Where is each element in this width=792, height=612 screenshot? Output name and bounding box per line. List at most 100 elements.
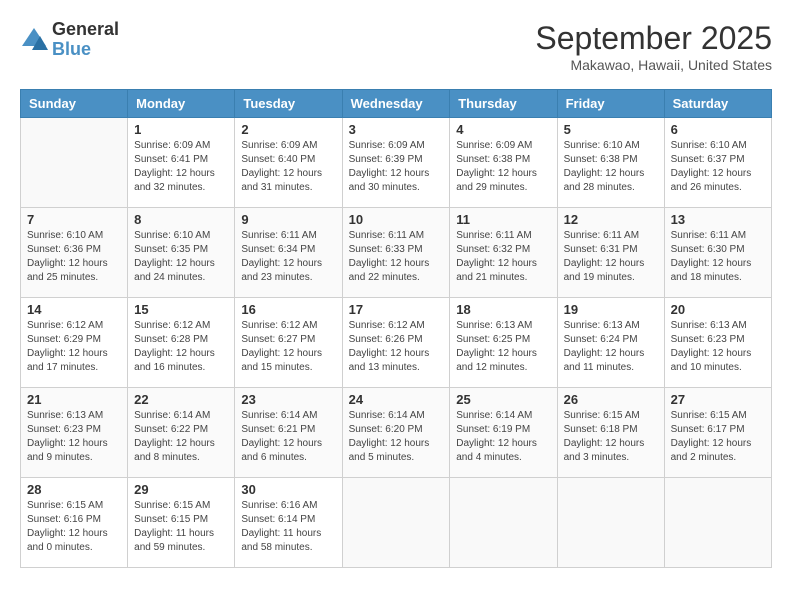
day-info: Sunrise: 6:14 AMSunset: 6:20 PMDaylight:… [349, 409, 444, 465]
day-info: Sunrise: 6:11 AMSunset: 6:34 PMDaylight:… [241, 229, 335, 285]
calendar-cell: 29Sunrise: 6:15 AMSunset: 6:15 PMDayligh… [128, 478, 235, 568]
calendar-header-monday: Monday [128, 90, 235, 118]
day-number: 8 [134, 212, 228, 227]
day-info: Sunrise: 6:13 AMSunset: 6:23 PMDaylight:… [27, 409, 121, 465]
day-info: Sunrise: 6:14 AMSunset: 6:22 PMDaylight:… [134, 409, 228, 465]
day-info: Sunrise: 6:09 AMSunset: 6:40 PMDaylight:… [241, 139, 335, 195]
calendar-cell: 16 Sunrise: 6:12 AMSunset: 6:27 PMDayligh… [235, 298, 342, 388]
day-info: Sunrise: 6:15 AMSunset: 6:15 PMDaylight:… [134, 499, 228, 555]
calendar-cell: 8 Sunrise: 6:10 AMSunset: 6:35 PMDaylight… [128, 208, 235, 298]
calendar-cell: 18 Sunrise: 6:13 AMSunset: 6:25 PMDayligh… [450, 298, 557, 388]
day-number: 27 [671, 392, 765, 407]
location-title: Makawao, Hawaii, United States [535, 57, 772, 73]
day-number: 5 [564, 122, 658, 137]
day-number: 22 [134, 392, 228, 407]
calendar-cell: 14Sunrise: 6:12 AMSunset: 6:29 PMDayligh… [21, 298, 128, 388]
calendar-week-row: 7Sunrise: 6:10 AMSunset: 6:36 PMDaylight… [21, 208, 772, 298]
calendar-cell [557, 478, 664, 568]
logo-icon [20, 26, 48, 54]
calendar-cell: 25Sunrise: 6:14 AMSunset: 6:19 PMDayligh… [450, 388, 557, 478]
day-info: Sunrise: 6:12 AMSunset: 6:27 PMDaylight:… [241, 319, 335, 375]
day-info: Sunrise: 6:10 AMSunset: 6:36 PMDaylight:… [27, 229, 121, 285]
day-number: 15 [134, 302, 228, 317]
calendar-cell: 30 Sunrise: 6:16 AMSunset: 6:14 PMDayligh… [235, 478, 342, 568]
day-info: Sunrise: 6:11 AMSunset: 6:31 PMDaylight:… [564, 229, 658, 285]
day-info: Sunrise: 6:12 AMSunset: 6:29 PMDaylight:… [27, 319, 121, 375]
day-number: 2 [241, 122, 335, 137]
day-number: 10 [349, 212, 444, 227]
calendar-cell: 28 Sunrise: 6:15 AMSunset: 6:16 PMDayligh… [21, 478, 128, 568]
day-info: Sunrise: 6:15 AMSunset: 6:18 PMDaylight:… [564, 409, 658, 465]
calendar-cell: 23 Sunrise: 6:14 AMSunset: 6:21 PMDayligh… [235, 388, 342, 478]
day-number: 30 [241, 482, 335, 497]
calendar-cell: 20Sunrise: 6:13 AMSunset: 6:23 PMDayligh… [664, 298, 771, 388]
day-number: 11 [456, 212, 550, 227]
day-number: 1 [134, 122, 228, 137]
day-number: 20 [671, 302, 765, 317]
calendar-cell: 6Sunrise: 6:10 AMSunset: 6:37 PMDaylight… [664, 118, 771, 208]
day-number: 25 [456, 392, 550, 407]
day-number: 24 [349, 392, 444, 407]
day-number: 18 [456, 302, 550, 317]
calendar-cell: 7Sunrise: 6:10 AMSunset: 6:36 PMDaylight… [21, 208, 128, 298]
calendar-cell: 15 Sunrise: 6:12 AMSunset: 6:28 PMDayligh… [128, 298, 235, 388]
day-info: Sunrise: 6:14 AMSunset: 6:21 PMDaylight:… [241, 409, 335, 465]
day-info: Sunrise: 6:11 AMSunset: 6:30 PMDaylight:… [671, 229, 765, 285]
calendar-cell [664, 478, 771, 568]
calendar-header-saturday: Saturday [664, 90, 771, 118]
day-info: Sunrise: 6:15 AMSunset: 6:16 PMDaylight:… [27, 499, 121, 555]
day-number: 12 [564, 212, 658, 227]
calendar-cell: 11 Sunrise: 6:11 AMSunset: 6:32 PMDayligh… [450, 208, 557, 298]
calendar-cell: 19Sunrise: 6:13 AMSunset: 6:24 PMDayligh… [557, 298, 664, 388]
calendar-header-thursday: Thursday [450, 90, 557, 118]
calendar-week-row: 21Sunrise: 6:13 AMSunset: 6:23 PMDayligh… [21, 388, 772, 478]
day-number: 26 [564, 392, 658, 407]
calendar-cell: 2 Sunrise: 6:09 AMSunset: 6:40 PMDaylight… [235, 118, 342, 208]
day-info: Sunrise: 6:16 AMSunset: 6:14 PMDaylight:… [241, 499, 335, 555]
calendar-header-tuesday: Tuesday [235, 90, 342, 118]
day-info: Sunrise: 6:13 AMSunset: 6:25 PMDaylight:… [456, 319, 550, 375]
calendar-cell: 24 Sunrise: 6:14 AMSunset: 6:20 PMDayligh… [342, 388, 450, 478]
day-info: Sunrise: 6:10 AMSunset: 6:35 PMDaylight:… [134, 229, 228, 285]
day-info: Sunrise: 6:15 AMSunset: 6:17 PMDaylight:… [671, 409, 765, 465]
calendar-cell: 10Sunrise: 6:11 AMSunset: 6:33 PMDayligh… [342, 208, 450, 298]
day-info: Sunrise: 6:10 AMSunset: 6:38 PMDaylight:… [564, 139, 658, 195]
day-number: 13 [671, 212, 765, 227]
calendar-cell [21, 118, 128, 208]
calendar-cell: 13 Sunrise: 6:11 AMSunset: 6:30 PMDayligh… [664, 208, 771, 298]
calendar-cell: 1 Sunrise: 6:09 AMSunset: 6:41 PMDaylight… [128, 118, 235, 208]
calendar-cell: 4Sunrise: 6:09 AMSunset: 6:38 PMDaylight… [450, 118, 557, 208]
day-number: 28 [27, 482, 121, 497]
calendar-cell [450, 478, 557, 568]
day-number: 17 [349, 302, 444, 317]
calendar-header-sunday: Sunday [21, 90, 128, 118]
calendar-cell: 21Sunrise: 6:13 AMSunset: 6:23 PMDayligh… [21, 388, 128, 478]
calendar-week-row: 28 Sunrise: 6:15 AMSunset: 6:16 PMDayligh… [21, 478, 772, 568]
calendar-header-wednesday: Wednesday [342, 90, 450, 118]
calendar-cell: 17Sunrise: 6:12 AMSunset: 6:26 PMDayligh… [342, 298, 450, 388]
day-number: 23 [241, 392, 335, 407]
logo-blue: Blue [52, 40, 119, 60]
calendar-cell [342, 478, 450, 568]
day-info: Sunrise: 6:12 AMSunset: 6:28 PMDaylight:… [134, 319, 228, 375]
day-info: Sunrise: 6:09 AMSunset: 6:41 PMDaylight:… [134, 139, 228, 195]
day-number: 9 [241, 212, 335, 227]
calendar-header-row: SundayMondayTuesdayWednesdayThursdayFrid… [21, 90, 772, 118]
calendar-cell: 22 Sunrise: 6:14 AMSunset: 6:22 PMDayligh… [128, 388, 235, 478]
calendar-cell: 9 Sunrise: 6:11 AMSunset: 6:34 PMDaylight… [235, 208, 342, 298]
title-block: September 2025 Makawao, Hawaii, United S… [535, 20, 772, 73]
calendar-header-friday: Friday [557, 90, 664, 118]
calendar-week-row: 14Sunrise: 6:12 AMSunset: 6:29 PMDayligh… [21, 298, 772, 388]
logo-text: General Blue [52, 20, 119, 60]
calendar-cell: 5 Sunrise: 6:10 AMSunset: 6:38 PMDaylight… [557, 118, 664, 208]
day-number: 6 [671, 122, 765, 137]
calendar-cell: 26 Sunrise: 6:15 AMSunset: 6:18 PMDayligh… [557, 388, 664, 478]
calendar-cell: 27 Sunrise: 6:15 AMSunset: 6:17 PMDayligh… [664, 388, 771, 478]
day-number: 16 [241, 302, 335, 317]
day-number: 4 [456, 122, 550, 137]
logo: General Blue [20, 20, 119, 60]
page-header: General Blue September 2025 Makawao, Haw… [20, 20, 772, 73]
calendar-cell: 3Sunrise: 6:09 AMSunset: 6:39 PMDaylight… [342, 118, 450, 208]
day-info: Sunrise: 6:11 AMSunset: 6:32 PMDaylight:… [456, 229, 550, 285]
day-info: Sunrise: 6:09 AMSunset: 6:39 PMDaylight:… [349, 139, 444, 195]
